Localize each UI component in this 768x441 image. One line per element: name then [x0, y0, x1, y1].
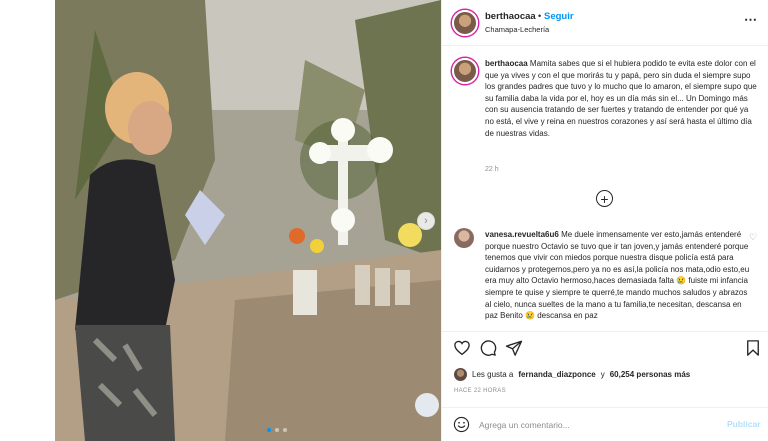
post-header: berthaocaa • Seguir Chamapa-Lechería ⋯ — [442, 0, 768, 46]
comment-username[interactable]: vanesa.revuelta6u6 — [485, 230, 559, 239]
bookmark-icon[interactable] — [744, 339, 762, 357]
likes-summary: Les gusta a fernanda_diazponce y 60,254 … — [454, 367, 690, 381]
commenter-avatar[interactable] — [454, 228, 474, 248]
load-more-comments-button[interactable]: + — [596, 190, 613, 207]
post-side-panel: berthaocaa • Seguir Chamapa-Lechería ⋯ b… — [441, 0, 768, 441]
caption-username[interactable]: berthaocaa — [485, 59, 528, 68]
heart-icon[interactable] — [453, 339, 471, 357]
author-username[interactable]: berthaocaa — [485, 11, 536, 22]
comment-text: Me duele inmensamente ver esto,jamás ent… — [485, 230, 750, 321]
carousel-dot — [283, 428, 287, 432]
publish-button[interactable]: Publicar — [727, 419, 761, 429]
action-bar — [442, 331, 768, 364]
comment-item: vanesa.revuelta6u6 Me duele inmensamente… — [485, 229, 750, 330]
plus-circle-icon: + — [600, 190, 609, 207]
liker-username[interactable]: fernanda_diazponce — [518, 370, 595, 379]
post-timestamp[interactable]: HACE 22 HORAS — [454, 388, 506, 394]
caption-timestamp[interactable]: 22 h — [485, 166, 499, 173]
instagram-post-view: › berthaocaa • Seguir Chamapa-Lechería ⋯… — [0, 0, 768, 441]
emoji-icon[interactable] — [453, 416, 470, 433]
post-photo[interactable] — [55, 0, 441, 441]
next-media-button[interactable]: › — [417, 212, 435, 230]
comment-icon[interactable] — [479, 339, 497, 357]
liker-avatar[interactable] — [454, 367, 467, 381]
carousel-dot — [275, 428, 279, 432]
caption-author-avatar[interactable] — [452, 58, 478, 84]
post-caption: berthaocaa Mamita sabes que si el hubier… — [485, 58, 757, 139]
comment-input[interactable] — [479, 417, 719, 432]
likes-prefix: Les gusta a — [472, 369, 514, 379]
post-location[interactable]: Chamapa-Lechería — [485, 25, 549, 34]
separator-dot: • — [538, 11, 542, 21]
follow-button[interactable]: Seguir — [544, 11, 574, 22]
share-icon[interactable] — [505, 339, 523, 357]
likes-count[interactable]: 60,254 personas más — [610, 370, 691, 379]
memorial-photo-image — [55, 0, 441, 441]
author-avatar[interactable] — [452, 10, 478, 36]
add-comment-bar: Publicar — [442, 407, 768, 441]
caption-text: Mamita sabes que si el hubiera podido te… — [485, 59, 757, 138]
carousel-dots — [267, 428, 287, 432]
comment-heart-icon[interactable]: ♡ — [749, 232, 757, 243]
carousel-dot — [267, 428, 271, 432]
likes-connector: y — [600, 369, 605, 379]
chevron-right-icon: › — [424, 215, 428, 227]
more-horizontal-icon[interactable]: ⋯ — [744, 12, 758, 28]
